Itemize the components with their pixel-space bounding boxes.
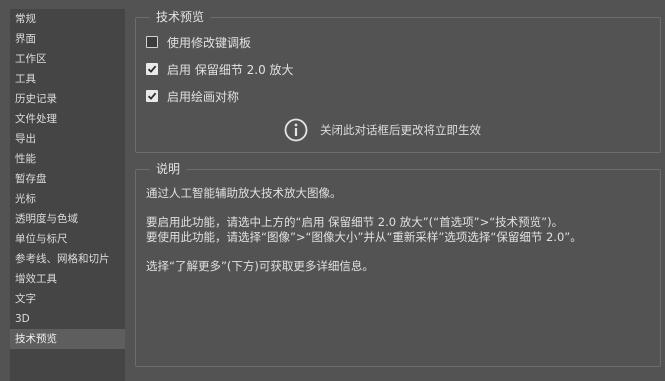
option-preserve-details-2[interactable]: 启用 保留细节 2.0 放大 [146,60,294,78]
restart-notice: 关闭此对话框后更改将立即生效 [284,118,481,142]
sidebar-item-tools[interactable]: 工具 [10,69,125,89]
paint-symmetry-checkbox[interactable] [146,90,158,102]
sidebar-item-type[interactable]: 文字 [10,289,125,309]
sidebar-item-performance[interactable]: 性能 [10,149,125,169]
option-label: 启用 保留细节 2.0 放大 [167,62,294,77]
description-line: 要使用此功能，请选择“图像”>“图像大小”并从“重新采样”选项选择“保留细节 2… [146,230,582,244]
description-group: 说明 通过人工智能辅助放大技术放大图像。 要启用此功能，请选中上方的“启用 保留… [135,161,661,367]
option-modifier-palette[interactable]: 使用修改键调板 [146,33,251,51]
option-label: 启用绘画对称 [167,89,240,104]
sidebar-item-units-rulers[interactable]: 单位与标尺 [10,229,125,249]
sidebar-item-interface[interactable]: 界面 [10,29,125,49]
sidebar-item-file-handling[interactable]: 文件处理 [10,109,125,129]
check-icon [147,92,157,100]
sidebar-item-plugins[interactable]: 增效工具 [10,269,125,289]
info-icon [284,118,308,142]
description-line: 要启用此功能，请选中上方的“启用 保留细节 2.0 放大”(“首选项”>“技术预… [146,215,564,229]
sidebar-item-history[interactable]: 历史记录 [10,89,125,109]
sidebar-item-technology-previews[interactable]: 技术预览 [10,329,125,349]
description-line: 选择“了解更多”(下方)可获取更多详细信息。 [146,259,374,273]
option-label: 使用修改键调板 [167,35,252,50]
option-paint-symmetry[interactable]: 启用绘画对称 [146,87,239,105]
sidebar-item-general[interactable]: 常规 [10,9,125,29]
tech-preview-group: 技术预览 使用修改键调板 启用 保留细节 2.0 放大 启用绘画对称 关闭此对话… [135,9,661,153]
tech-preview-title: 技术预览 [150,9,211,26]
sidebar-item-guides-grid-slices[interactable]: 参考线、网格和切片 [10,249,125,269]
modifier-palette-checkbox[interactable] [146,36,158,48]
sidebar-item-cursors[interactable]: 光标 [10,189,125,209]
preferences-sidebar: 常规 界面 工作区 工具 历史记录 文件处理 导出 性能 暂存盘 光标 透明度与… [10,9,125,381]
sidebar-item-workspace[interactable]: 工作区 [10,49,125,69]
description-title: 说明 [150,161,187,178]
info-text: 关闭此对话框后更改将立即生效 [320,123,481,137]
check-icon [147,65,157,73]
sidebar-item-scratch-disks[interactable]: 暂存盘 [10,169,125,189]
sidebar-item-transparency-gamut[interactable]: 透明度与色域 [10,209,125,229]
sidebar-item-3d[interactable]: 3D [10,309,125,329]
preserve-details-checkbox[interactable] [146,63,158,75]
description-line: 通过人工智能辅助放大技术放大图像。 [146,186,342,200]
sidebar-item-export[interactable]: 导出 [10,129,125,149]
